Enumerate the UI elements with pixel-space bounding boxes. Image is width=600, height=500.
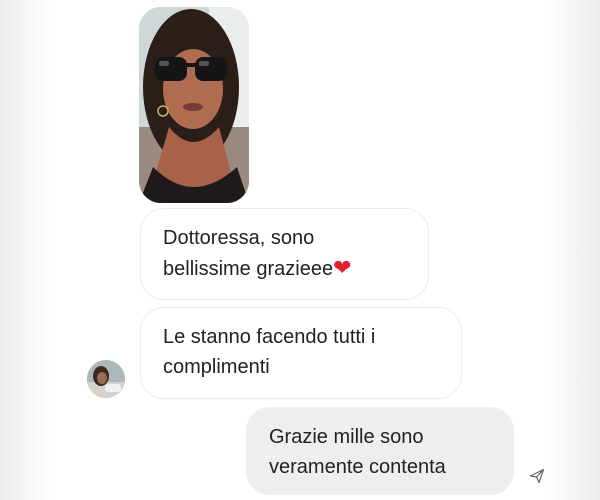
message-text-line: veramente contenta [269, 456, 446, 478]
photo-of-woman-with-sunglasses-icon [139, 7, 249, 203]
chat-screen: Dottoressa, sono bellissime grazieee❤ Le… [0, 0, 600, 500]
incoming-message-bubble[interactable]: Le stanno facendo tutti i complimenti [140, 307, 462, 399]
message-text-line: Le stanno facendo tutti i [163, 326, 376, 348]
incoming-message-bubble[interactable]: Dottoressa, sono bellissime grazieee❤ [140, 208, 429, 300]
message-text-line: Grazie mille sono [269, 426, 424, 448]
right-margin [548, 0, 600, 500]
contact-avatar-icon [87, 360, 125, 398]
outgoing-message-bubble[interactable]: Grazie mille sono veramente contenta [246, 407, 514, 495]
left-margin [0, 0, 52, 500]
message-text-line: complimenti [163, 356, 270, 378]
message-text-line: bellissime grazieee❤ [163, 253, 406, 284]
shared-photo-message[interactable] [139, 7, 249, 203]
sent-paper-plane-icon [529, 468, 545, 484]
contact-avatar[interactable] [87, 360, 125, 398]
message-text: bellissime grazieee [163, 258, 334, 280]
message-text-line: Dottoressa, sono [163, 227, 315, 249]
heart-emoji-icon: ❤ [333, 255, 352, 280]
